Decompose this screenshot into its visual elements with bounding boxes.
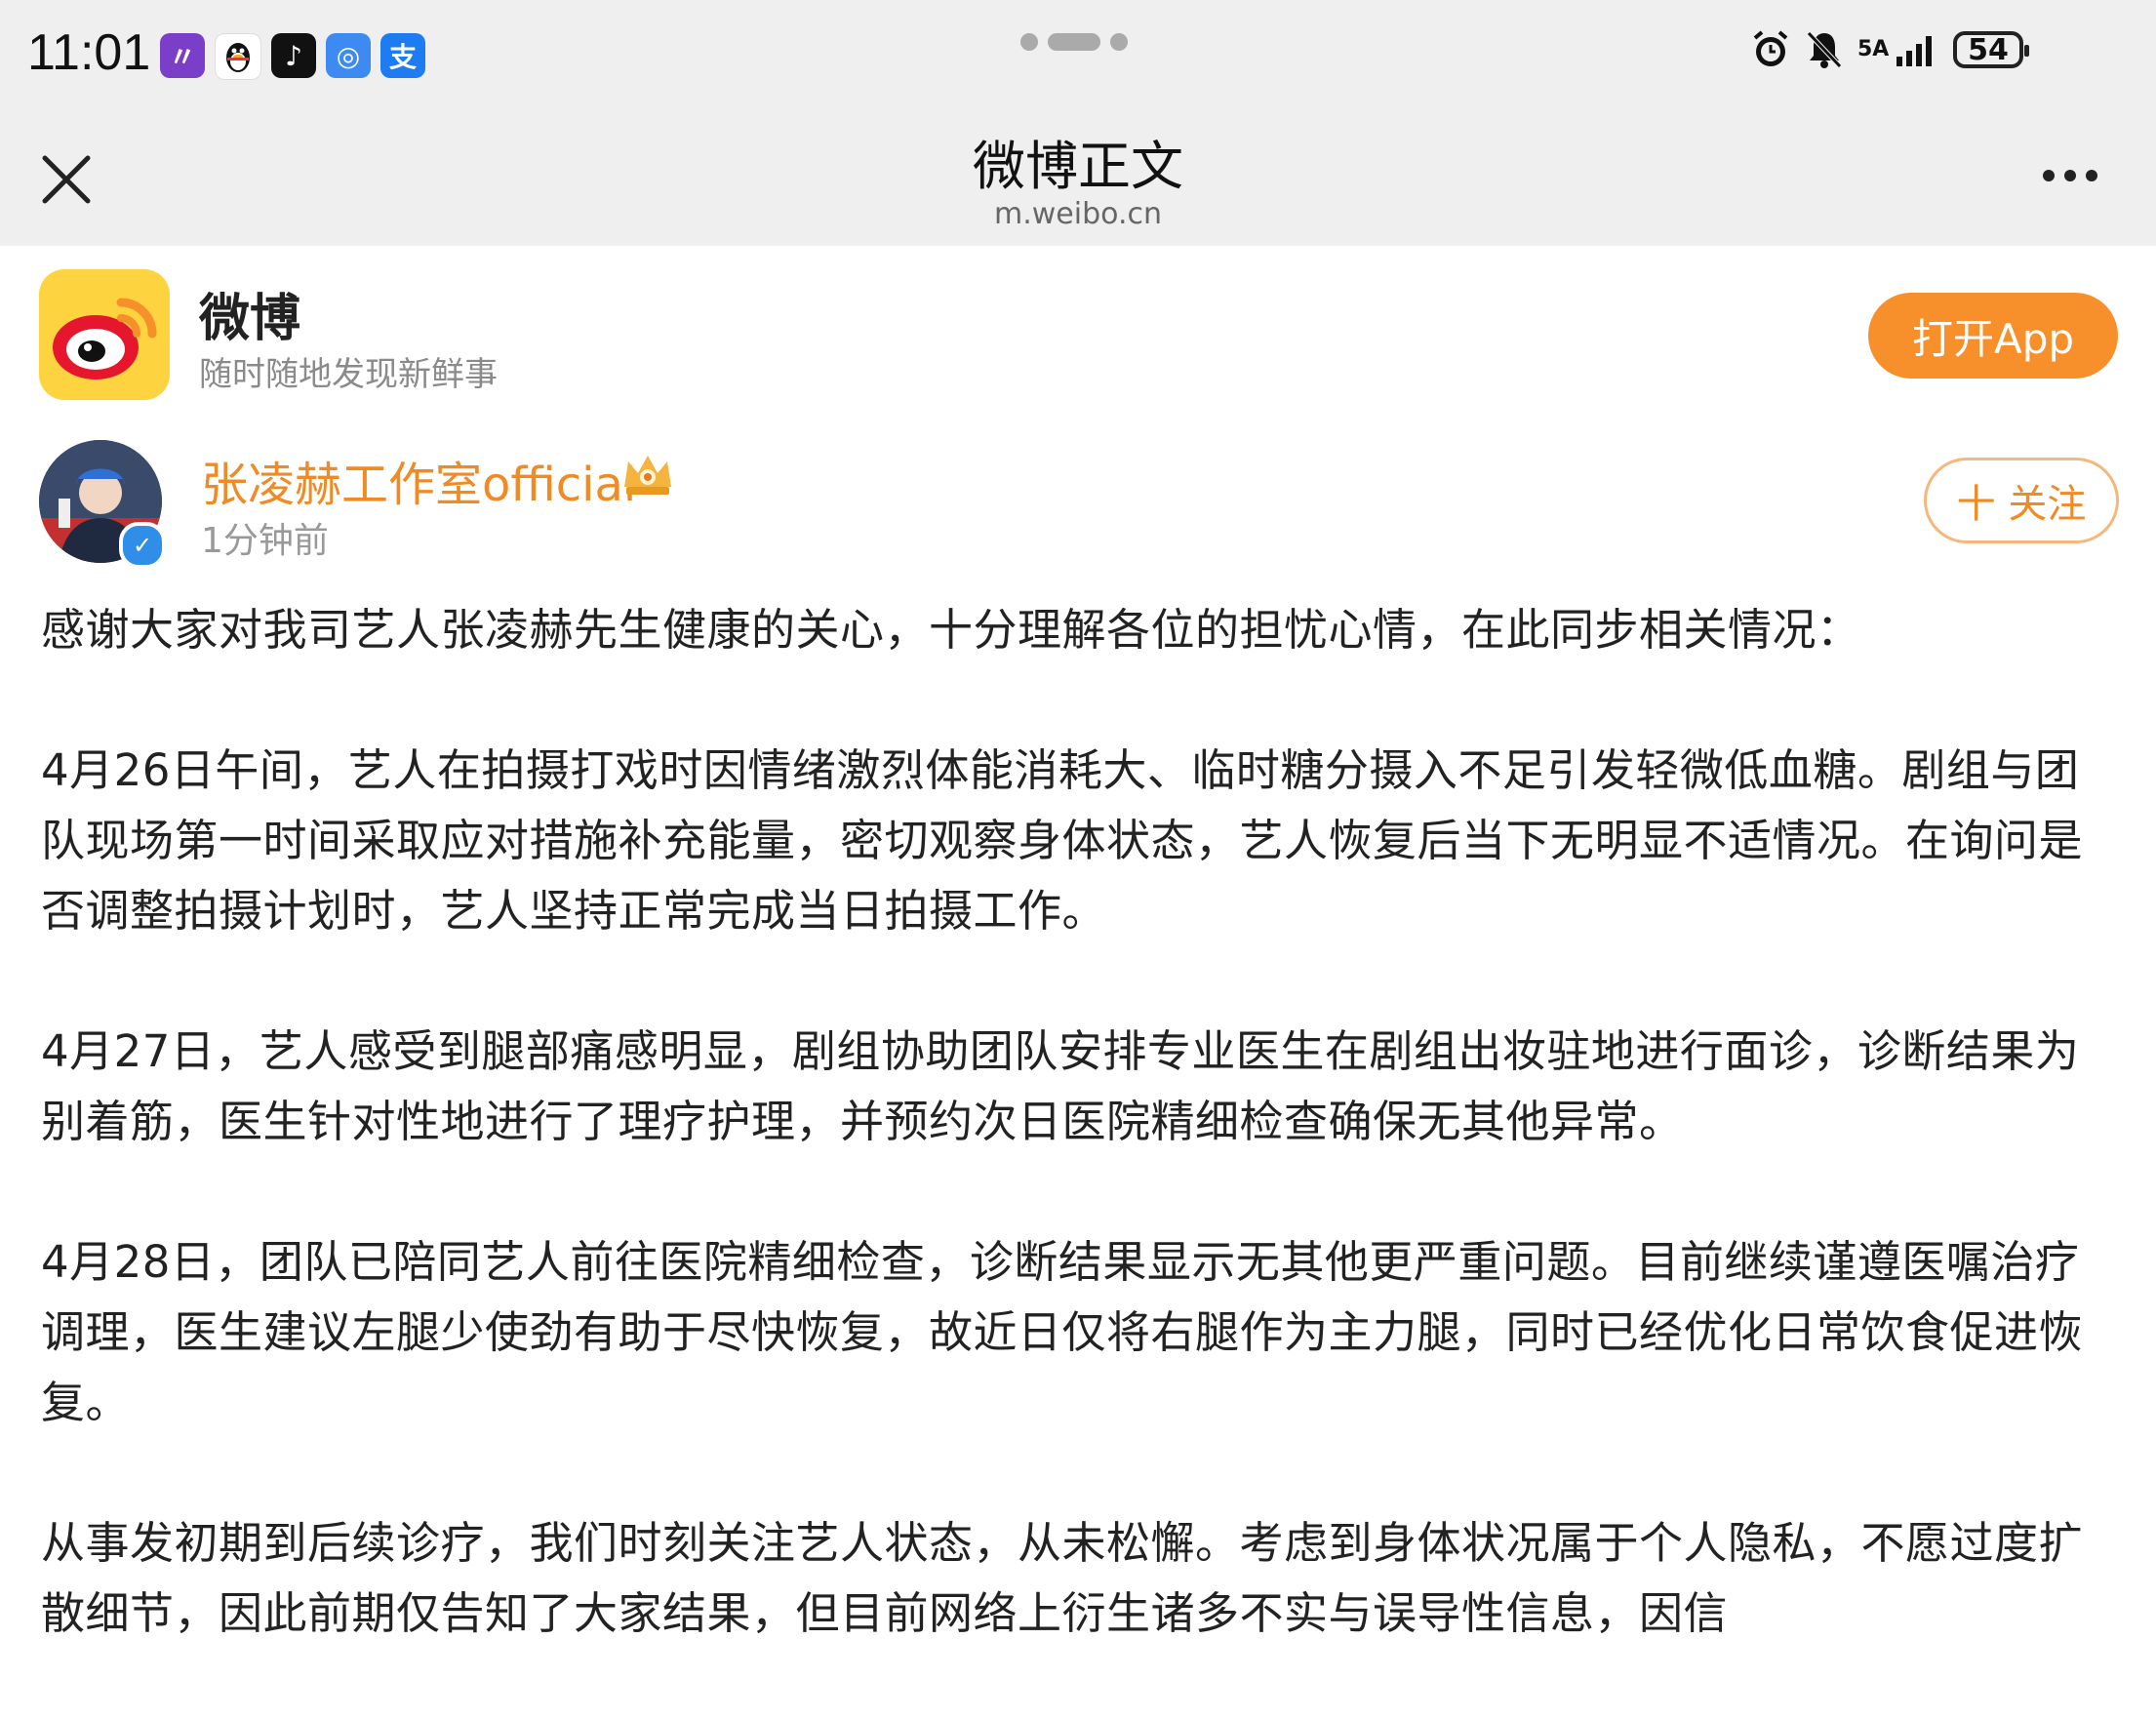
open-app-button[interactable]: 打开App: [1868, 293, 2118, 379]
app-promo-banner: 微博 随时随地发现新鲜事 打开App: [0, 246, 2156, 407]
promo-app-name: 微博: [199, 290, 301, 348]
alipay-app-icon: 支: [380, 33, 425, 78]
battery-indicator: 54: [1953, 31, 2029, 68]
status-indicators: 5A 54: [1750, 29, 2029, 70]
author-name[interactable]: 张凌赫工作室official: [201, 446, 636, 514]
alarm-icon: [1753, 30, 1788, 66]
page-title: 微博正文: [973, 136, 1183, 197]
promo-slogan: 随时随地发现新鲜事: [199, 355, 498, 394]
nav-bar: 微博正文 m.weibo.cn: [0, 109, 2156, 246]
notes-app-icon: 〃: [160, 33, 205, 78]
verified-badge-icon: ✓: [119, 522, 166, 569]
signal-icon: [1896, 36, 1932, 66]
network-type-label: 5A: [1857, 37, 1890, 61]
post-time: 1分钟前: [201, 521, 329, 561]
weibo-logo-icon: [39, 269, 170, 400]
post-paragraph: 4月28日，团队已陪同艺人前往医院精细检查，诊断结果显示无其他更严重问题。目前继…: [41, 1236, 2084, 1428]
page-url: m.weibo.cn: [993, 197, 1162, 231]
status-time: 11:01: [27, 24, 151, 81]
post-paragraph: 感谢大家对我司艺人张凌赫先生健康的关心，十分理解各位的担忧心情，在此同步相关情况…: [41, 604, 1861, 656]
follow-button[interactable]: 十 关注: [1924, 458, 2119, 543]
notification-app-icons: 〃 ♪ ◎ 支: [160, 33, 425, 80]
post-paragraph: 4月26日午间，艺人在拍摄打戏时因情绪激烈体能消耗大、临时糖分摄入不足引发轻微低…: [41, 744, 2084, 937]
hotspot-app-icon: ◎: [326, 33, 371, 78]
post-paragraph: 4月27日，艺人感受到腿部痛感明显，剧组协助团队安排专业医生在剧组出妆驻地进行面…: [41, 1025, 2080, 1147]
mute-bell-icon: [1807, 31, 1842, 68]
qq-app-icon: [215, 33, 261, 80]
post-content: 感谢大家对我司艺人张凌赫先生健康的关心，十分理解各位的担忧心情，在此同步相关情况…: [41, 595, 2119, 1719]
post-paragraph: 从事发初期到后续诊疗，我们时刻关注艺人状态，从未松懈。考虑到身体状况属于个人隐私…: [41, 1517, 2084, 1639]
post-author: ✓ 张凌赫工作室official 1分钟前 十 关注: [0, 407, 2156, 573]
window-drag-handle[interactable]: [1020, 33, 1128, 51]
status-bar: 11:01 〃 ♪ ◎ 支 5A 54: [0, 0, 2156, 109]
douyin-app-icon: ♪: [271, 33, 316, 78]
crown-badge-icon: [624, 456, 671, 495]
more-icon[interactable]: [2043, 170, 2097, 181]
